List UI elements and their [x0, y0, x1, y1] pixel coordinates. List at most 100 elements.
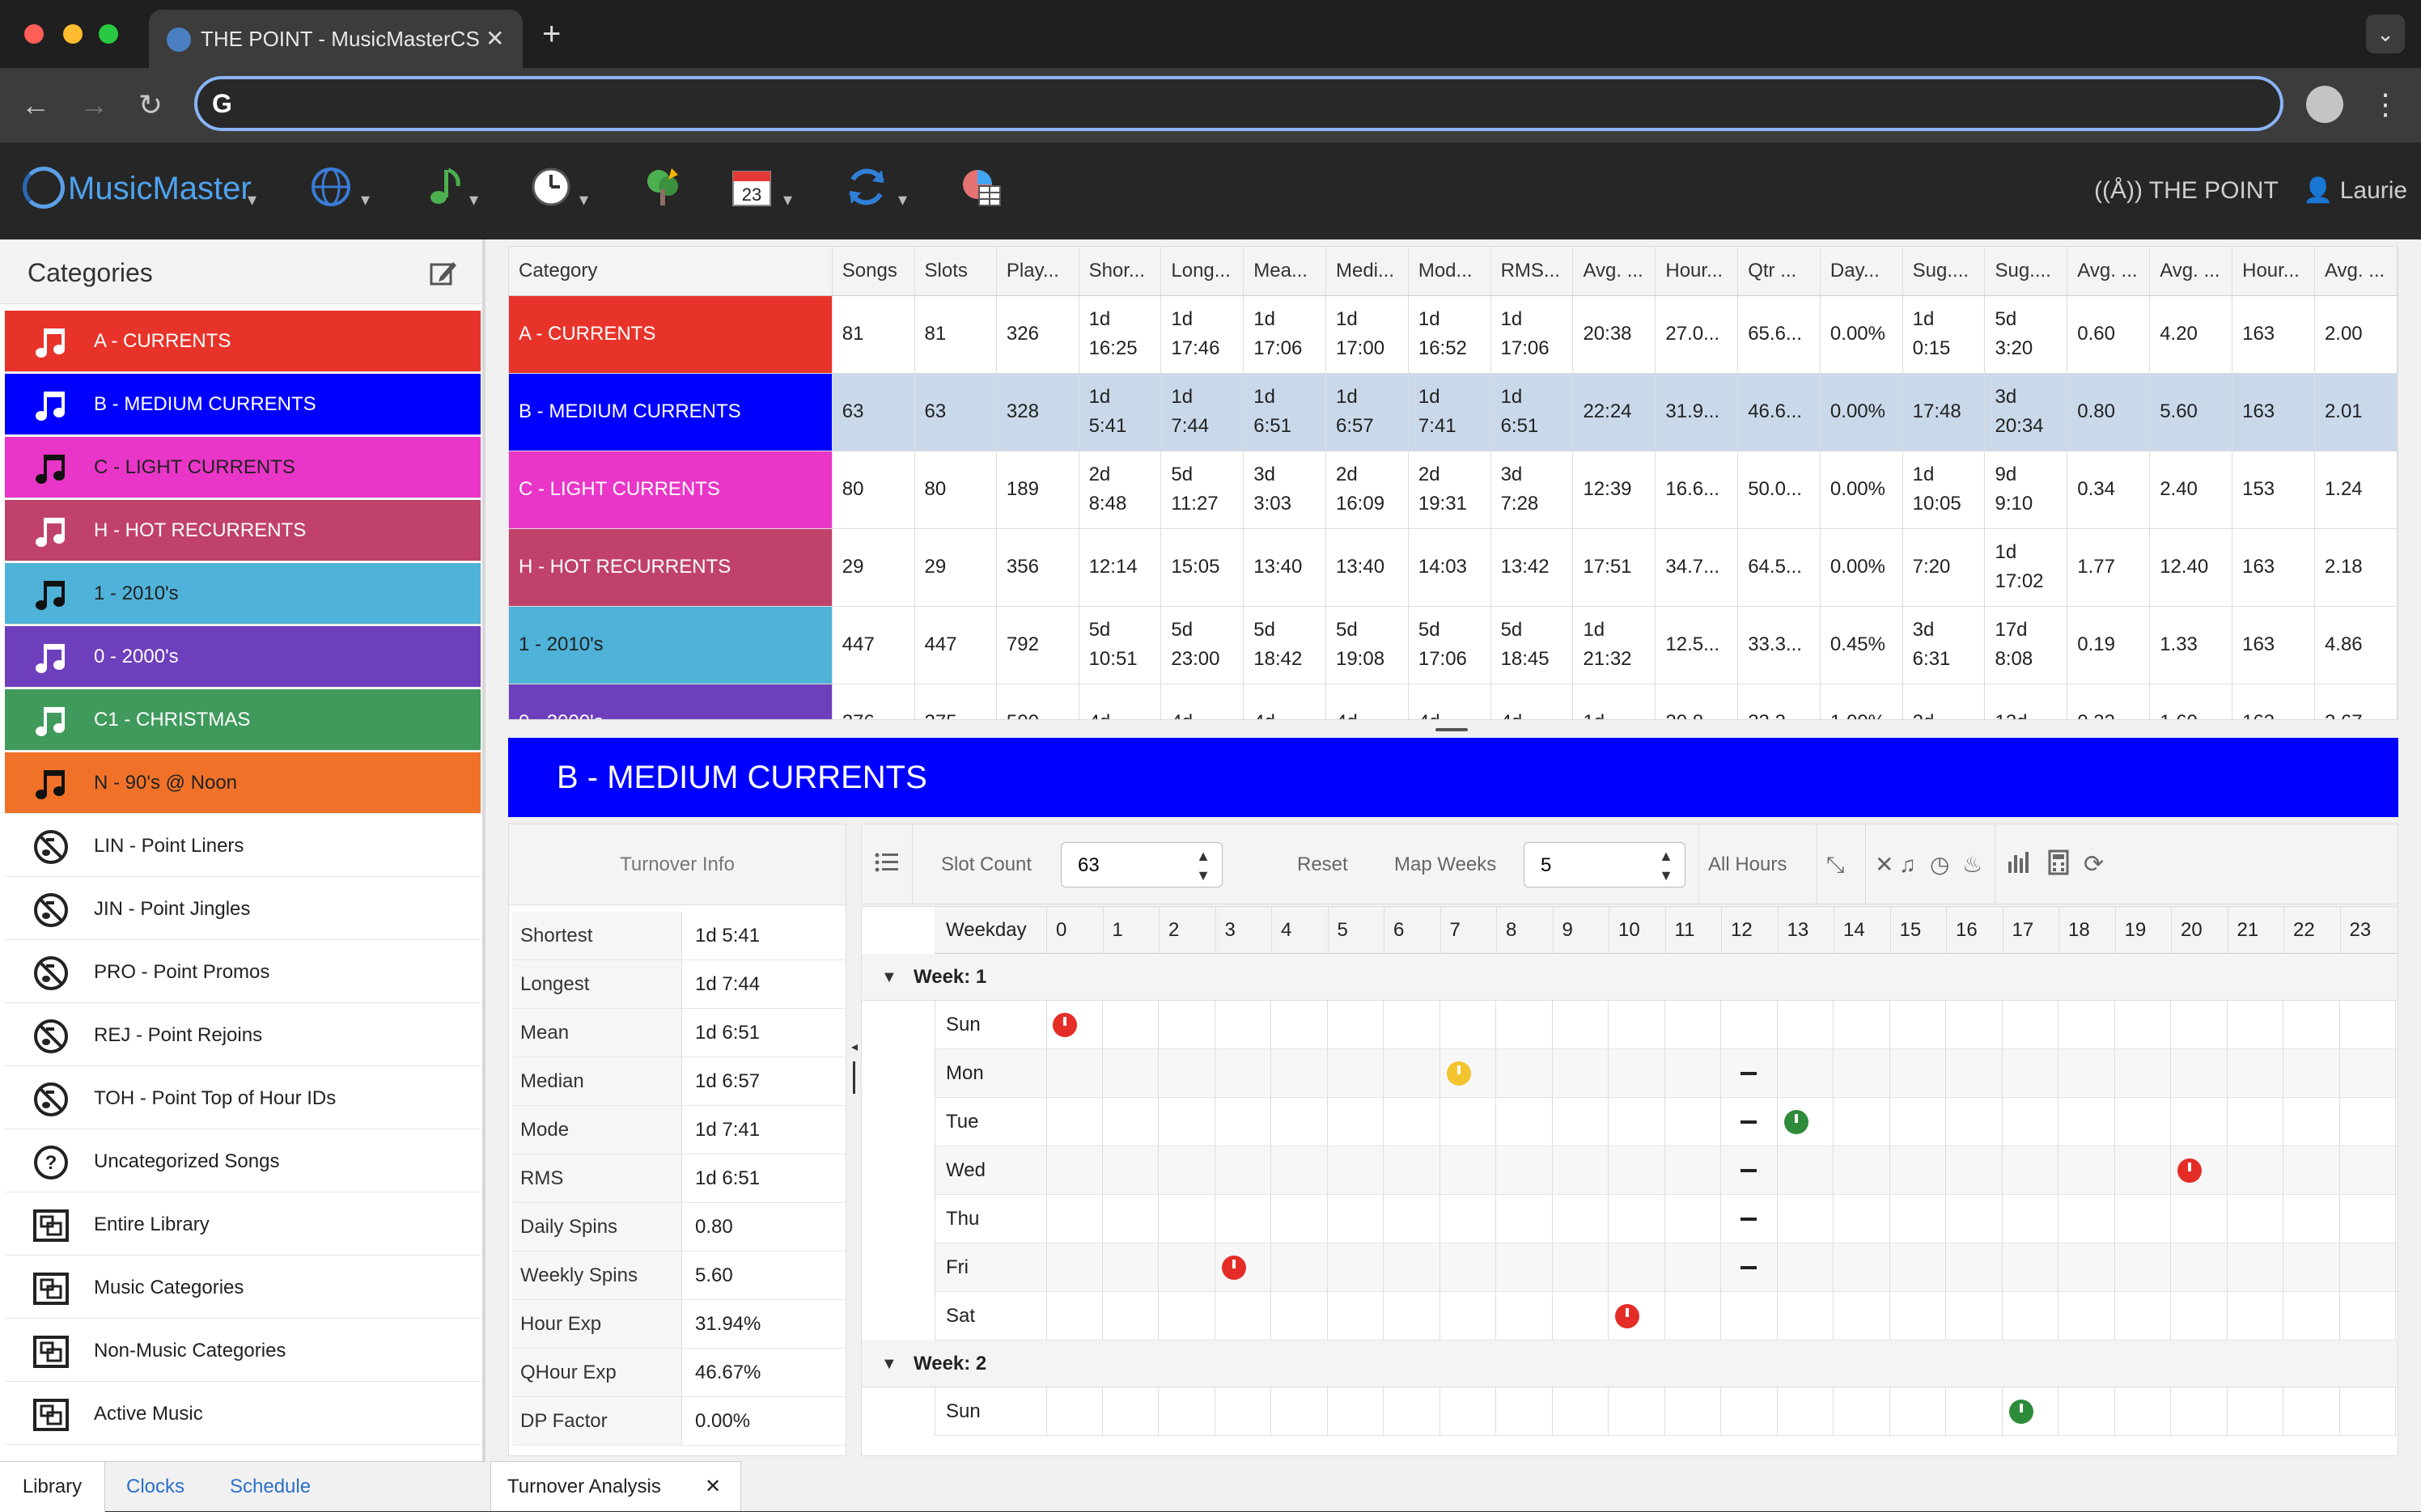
- hour-cell[interactable]: [1889, 1146, 1946, 1195]
- close-icon[interactable]: ✕: [705, 1462, 721, 1512]
- tab-library[interactable]: Library: [0, 1462, 105, 1512]
- hour-cell[interactable]: [1721, 1387, 1778, 1436]
- hour-cell[interactable]: [2114, 1098, 2171, 1146]
- close-window-button[interactable]: [24, 24, 44, 44]
- hour-cell[interactable]: [1046, 1387, 1103, 1436]
- week-group-row[interactable]: ▼ Week: 1: [862, 954, 2398, 1001]
- hour-cell[interactable]: [1384, 1001, 1440, 1049]
- hour-cell[interactable]: [1159, 1292, 1215, 1340]
- refresh-icon[interactable]: [843, 163, 890, 210]
- hour-cell[interactable]: [2283, 1387, 2340, 1436]
- hour-cell[interactable]: [2171, 1195, 2228, 1243]
- sidebar-category-item[interactable]: N - 90's @ Noon: [5, 752, 481, 814]
- hour-cell[interactable]: [2283, 1001, 2340, 1049]
- panel-splitter[interactable]: ◂: [848, 824, 859, 1456]
- hour-cell[interactable]: [2339, 1049, 2396, 1098]
- hour-cell[interactable]: [1496, 1243, 1553, 1292]
- hour-cell[interactable]: [2283, 1049, 2340, 1098]
- hour-cell[interactable]: [2227, 1387, 2283, 1436]
- hour-cell[interactable]: [1777, 1195, 1834, 1243]
- slot-count-input[interactable]: [1078, 851, 1183, 880]
- week-group-row[interactable]: ▼ Week: 2: [862, 1340, 2398, 1387]
- hour-cell[interactable]: [1439, 1243, 1496, 1292]
- column-header[interactable]: Sug....: [1902, 247, 1986, 296]
- hour-cell[interactable]: [1834, 1292, 1890, 1340]
- hour-cell[interactable]: [1271, 1387, 1328, 1436]
- hour-cell[interactable]: [1496, 1292, 1553, 1340]
- hour-cell[interactable]: [1946, 1387, 2003, 1436]
- hour-cell[interactable]: [1552, 1146, 1609, 1195]
- column-header[interactable]: Qtr ...: [1737, 247, 1821, 296]
- green-play-marker-icon[interactable]: [2008, 1400, 2033, 1424]
- chevron-down-icon[interactable]: ▾: [469, 191, 478, 209]
- hour-cell[interactable]: [2283, 1098, 2340, 1146]
- column-header[interactable]: Avg. ...: [2149, 247, 2233, 296]
- report-chart-icon[interactable]: [958, 163, 1005, 210]
- expand-triangle-icon[interactable]: ▼: [881, 1340, 897, 1387]
- hour-cell[interactable]: [1327, 1098, 1384, 1146]
- hour-cell[interactable]: [1946, 1001, 2003, 1049]
- sidebar-category-item[interactable]: C1 - CHRISTMAS: [5, 689, 481, 751]
- hour-cell[interactable]: [1609, 1243, 1665, 1292]
- hour-cell[interactable]: [2227, 1049, 2283, 1098]
- expand-triangle-icon[interactable]: ▼: [881, 954, 897, 1001]
- sidebar-category-item[interactable]: 0 - 2000's: [5, 626, 481, 688]
- hour-cell[interactable]: [1271, 1195, 1328, 1243]
- table-row[interactable]: C - LIGHT CURRENTS 80 80 189 2d 8:48 5d 11:27…: [509, 451, 2398, 529]
- hour-cell[interactable]: [1664, 1195, 1721, 1243]
- hour-cell[interactable]: [1889, 1292, 1946, 1340]
- hour-cell[interactable]: [1721, 1292, 1778, 1340]
- hour-cell[interactable]: [1215, 1001, 1271, 1049]
- minimize-window-button[interactable]: [63, 24, 83, 44]
- hour-cell[interactable]: [1102, 1049, 1159, 1098]
- sidebar-scrollbar[interactable]: [482, 239, 485, 1461]
- hour-cell[interactable]: [2114, 1001, 2171, 1049]
- hour-cell[interactable]: [1609, 1049, 1665, 1098]
- hour-cell[interactable]: [2227, 1292, 2283, 1340]
- hour-cell[interactable]: [1946, 1098, 2003, 1146]
- tab-turnover-analysis[interactable]: Turnover Analysis ✕: [490, 1461, 741, 1511]
- new-tab-button[interactable]: +: [542, 16, 561, 52]
- hour-cell[interactable]: [2171, 1243, 2228, 1292]
- hour-cell[interactable]: [1159, 1195, 1215, 1243]
- hour-cell[interactable]: [1271, 1146, 1328, 1195]
- hour-cell[interactable]: [2114, 1243, 2171, 1292]
- hour-cell[interactable]: [1834, 1001, 1890, 1049]
- stepper-arrows-icon[interactable]: ▲ ▼: [1191, 846, 1215, 885]
- hour-cell[interactable]: [1496, 1146, 1553, 1195]
- yellow-play-marker-icon[interactable]: [1446, 1061, 1471, 1086]
- hour-cell[interactable]: [2114, 1387, 2171, 1436]
- hour-cell[interactable]: [2339, 1292, 2396, 1340]
- red-play-marker-icon[interactable]: [1221, 1256, 1246, 1280]
- stepper-arrows-icon[interactable]: ▲ ▼: [1654, 846, 1678, 885]
- hour-cell[interactable]: [1946, 1049, 2003, 1098]
- red-play-marker-icon[interactable]: [2177, 1158, 2202, 1183]
- chevron-down-icon[interactable]: ▾: [898, 191, 907, 209]
- hour-cell[interactable]: [1271, 1243, 1328, 1292]
- map-weeks-input[interactable]: [1541, 851, 1646, 880]
- hour-cell[interactable]: [1271, 1049, 1328, 1098]
- music-note-icon[interactable]: [422, 163, 469, 210]
- hour-cell[interactable]: [1327, 1195, 1384, 1243]
- hour-cell[interactable]: [1609, 1195, 1665, 1243]
- hour-cell[interactable]: [2058, 1049, 2115, 1098]
- station-button[interactable]: ((Å)) THE POINT: [2094, 175, 2279, 207]
- column-header[interactable]: Medi...: [1325, 247, 1409, 296]
- column-header[interactable]: Avg. ...: [2314, 247, 2398, 296]
- sidebar-category-item[interactable]: H - HOT RECURRENTS: [5, 500, 481, 561]
- collapse-icon[interactable]: ⤡: [1826, 849, 1844, 881]
- sidebar-category-item[interactable]: REJ - Point Rejoins: [5, 1005, 481, 1066]
- music-note-icon[interactable]: ♫: [1899, 849, 1916, 881]
- hour-cell[interactable]: [2227, 1001, 2283, 1049]
- clock-icon[interactable]: ◷: [1930, 849, 1949, 881]
- hour-cell[interactable]: [2171, 1098, 2228, 1146]
- hour-cell[interactable]: [2002, 1243, 2058, 1292]
- hour-cell[interactable]: [2339, 1195, 2396, 1243]
- column-header[interactable]: Long...: [1160, 247, 1244, 296]
- hour-cell[interactable]: [1327, 1243, 1384, 1292]
- red-play-marker-icon[interactable]: [1615, 1304, 1639, 1328]
- hour-cell[interactable]: [2058, 1195, 2115, 1243]
- hour-cell[interactable]: [1552, 1195, 1609, 1243]
- hour-cell[interactable]: [2283, 1195, 2340, 1243]
- hour-cell[interactable]: [1946, 1292, 2003, 1340]
